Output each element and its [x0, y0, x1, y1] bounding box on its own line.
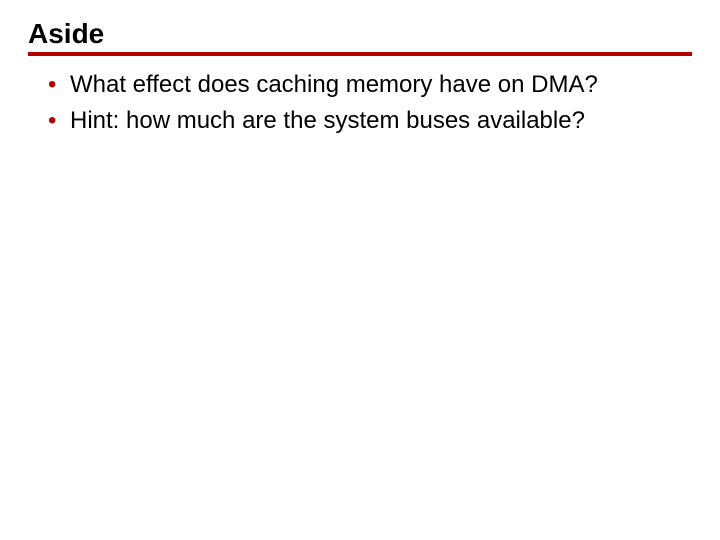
bullet-list: What effect does caching memory have on …	[28, 70, 692, 136]
slide-title: Aside	[28, 18, 692, 50]
slide: Aside What effect does caching memory ha…	[0, 0, 720, 540]
title-block: Aside	[28, 18, 692, 56]
list-item: Hint: how much are the system buses avai…	[48, 106, 684, 136]
list-item: What effect does caching memory have on …	[48, 70, 684, 100]
